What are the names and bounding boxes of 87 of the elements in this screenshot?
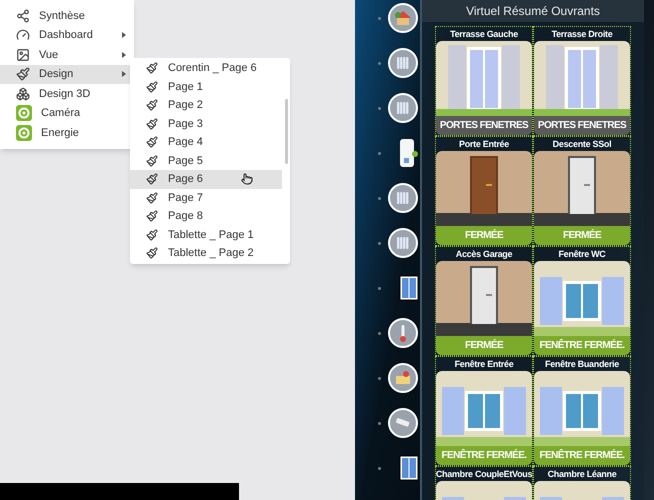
submenu-item-label: Page 5 — [168, 154, 203, 168]
hub-icon — [16, 8, 30, 23]
submenu-item-label: Page 2 — [168, 98, 203, 113]
opening-tile[interactable]: Accès Garage FERMÉE — [435, 246, 533, 356]
status-banner: PORTES FENETRES — [534, 116, 630, 135]
opening-tile[interactable]: Chambre Léanne — [533, 466, 631, 500]
menu-item[interactable]: Synthèse — [0, 6, 134, 26]
submenu-caret-icon — [122, 71, 126, 78]
brush-icon — [146, 118, 158, 130]
tile-title: Fenêtre Entrée — [454, 358, 514, 371]
brush-icon — [146, 228, 158, 241]
brush-icon — [146, 80, 158, 93]
brush-icon — [146, 210, 158, 222]
radiator-icon[interactable] — [388, 48, 418, 78]
opening-tile[interactable]: Fenêtre WC FENÊTRE FERMÉE. — [533, 246, 631, 356]
window-icon[interactable] — [400, 276, 418, 300]
menu-item-label: Synthèse — [39, 8, 86, 24]
submenu-item-label: Page 3 — [168, 116, 203, 132]
radiator-icon[interactable] — [388, 228, 418, 258]
app-icon — [16, 105, 32, 122]
menu-item-label: Design 3D — [39, 86, 92, 102]
brush-icon — [16, 67, 30, 82]
brush-icon — [146, 62, 158, 74]
tile-title: Fenêtre WC — [558, 248, 606, 261]
brush-icon — [146, 136, 158, 148]
status-banner: FERMÉE — [436, 336, 532, 355]
opening-tile[interactable]: Porte Entrée FERMÉE — [435, 136, 533, 246]
submenu-item-label: Corentin _ Page 6 — [168, 61, 257, 76]
house-icon[interactable] — [388, 3, 418, 33]
menu-item-label: Design — [39, 67, 74, 82]
submenu-caret-icon — [122, 52, 126, 58]
menu-item-label: Caméra — [41, 106, 82, 121]
tile-title: Accès Garage — [456, 248, 512, 261]
status-banner: FENÊTRE FERMÉE. — [436, 446, 532, 465]
opening-tile[interactable]: Fenêtre Buanderie FENÊTRE FERMÉE. — [533, 356, 631, 466]
brush-icon — [146, 192, 158, 204]
tile-title: Terrasse Droite — [552, 28, 612, 41]
status-banner: FENÊTRE FERMÉE. — [534, 336, 630, 355]
brush-icon — [146, 154, 158, 167]
status-banner: FERMÉE — [534, 226, 630, 245]
brush-icon — [146, 173, 158, 186]
brush-icon — [146, 99, 158, 112]
tile-title: Chambre CoupleEtVous — [436, 468, 532, 481]
radiator-icon[interactable] — [388, 183, 418, 213]
brush-icon — [146, 247, 158, 260]
submenu-item-label: Page 1 — [168, 80, 203, 94]
menu-item[interactable]: Dashboard — [0, 26, 134, 45]
submenu-item-label: Tablette _ Page 2 — [168, 246, 254, 261]
menu-item-label: Energie — [41, 126, 80, 140]
submenu-caret-icon — [122, 32, 126, 38]
opening-tile[interactable]: Chambre CoupleEtVous — [435, 466, 533, 500]
panel-title: Virtuel Résumé Ouvrants — [422, 0, 644, 22]
status-banner: PORTES FENETRES — [436, 116, 532, 135]
status-banner: FERMÉE — [436, 226, 532, 245]
map-pin-icon[interactable] — [388, 363, 418, 393]
tile-title: Fenêtre Buanderie — [545, 358, 619, 371]
submenu-item-label: Page 6 — [168, 172, 203, 187]
menu-item-label: Vue — [39, 48, 60, 62]
hand-cursor-icon — [240, 173, 253, 186]
opening-tile[interactable]: Fenêtre Entrée FENÊTRE FERMÉE. — [435, 356, 533, 466]
submenu-item[interactable]: Page 5 — [130, 152, 282, 170]
menu-item-label: Dashboard — [39, 28, 94, 43]
submenu-item[interactable]: Tablette _ Page 2 — [130, 244, 282, 262]
water-heater-icon[interactable] — [398, 138, 418, 168]
opening-tile[interactable]: Descente SSol FERMÉE — [533, 136, 631, 246]
submenu-item-label: Tablette _ Page 1 — [168, 228, 254, 242]
thermometer-icon[interactable] — [388, 318, 418, 348]
submenu-item-label: Page 8 — [168, 209, 203, 224]
submenu-item[interactable]: Page 6 — [130, 170, 282, 188]
tile-title: Terrasse Gauche — [450, 28, 518, 41]
submenu-item-label: Page 7 — [168, 190, 203, 206]
status-banner: FENÊTRE FERMÉE. — [534, 446, 630, 465]
tile-title: Descente SSol — [552, 138, 612, 151]
tile-title: Porte Entrée — [459, 138, 509, 151]
submenu-item-label: Page 4 — [168, 135, 203, 150]
window-icon[interactable] — [400, 456, 418, 480]
gauge-icon — [16, 28, 30, 42]
cubes-icon — [16, 86, 30, 101]
opening-tile[interactable]: Terrasse Droite PORTES FENETRES — [533, 26, 631, 136]
submenu-item[interactable]: Page 8 — [130, 207, 282, 226]
tile-title: Chambre Léanne — [548, 468, 616, 481]
opening-tile[interactable]: Terrasse Gauche PORTES FENETRES — [435, 26, 533, 136]
submenu-item[interactable]: Tablette _ Page 1 — [130, 226, 282, 244]
image-icon — [16, 48, 30, 62]
app-icon — [16, 124, 32, 141]
radiator-icon[interactable] — [388, 93, 418, 123]
submenu-item[interactable]: Page 7 — [130, 188, 282, 207]
